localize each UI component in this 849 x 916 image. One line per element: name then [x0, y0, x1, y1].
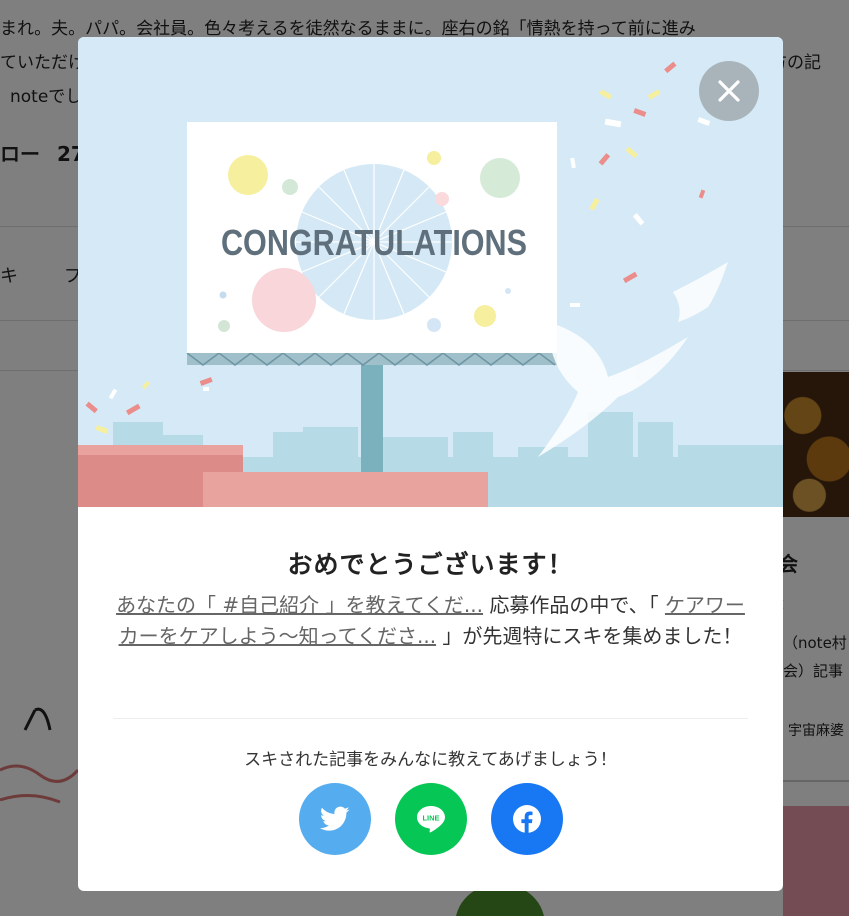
share-prompt: スキされた記事をみんなに教えてあげましょう！: [244, 750, 617, 770]
divider: [113, 718, 748, 719]
twitter-icon: [319, 806, 349, 831]
modal-description: あなたの「 #自己紹介 」を教えてくだ... 応募作品の中で、「 ケアワーカーを…: [114, 590, 747, 652]
line-share-button[interactable]: LINE: [394, 783, 467, 855]
congratulations-modal: CONGRATULATIONS おめでとうございます！ あなたの「 #自己紹介 …: [78, 37, 783, 891]
twitter-share-button[interactable]: [298, 783, 371, 855]
contest-link[interactable]: あなたの「 #自己紹介 」を教えてくだ...: [116, 593, 483, 617]
description-text: 応募作品の中で、「: [483, 593, 665, 617]
facebook-share-button[interactable]: [490, 783, 563, 855]
close-icon: [718, 80, 740, 102]
line-label: LINE: [422, 814, 439, 823]
modal-title: おめでとうございます！: [287, 550, 574, 579]
close-button[interactable]: [699, 61, 759, 121]
modal-body: おめでとうございます！ あなたの「 #自己紹介 」を教えてくだ... 応募作品の…: [78, 507, 783, 891]
hero-illustration: CONGRATULATIONS: [78, 37, 783, 507]
description-text: 」が先週特にスキを集めました！: [436, 624, 743, 648]
share-buttons: LINE: [78, 783, 783, 855]
billboard-illustration: CONGRATULATIONS: [78, 61, 783, 507]
facebook-icon: [512, 805, 541, 834]
line-icon: LINE: [416, 806, 445, 833]
billboard-text: CONGRATULATIONS: [221, 222, 527, 263]
